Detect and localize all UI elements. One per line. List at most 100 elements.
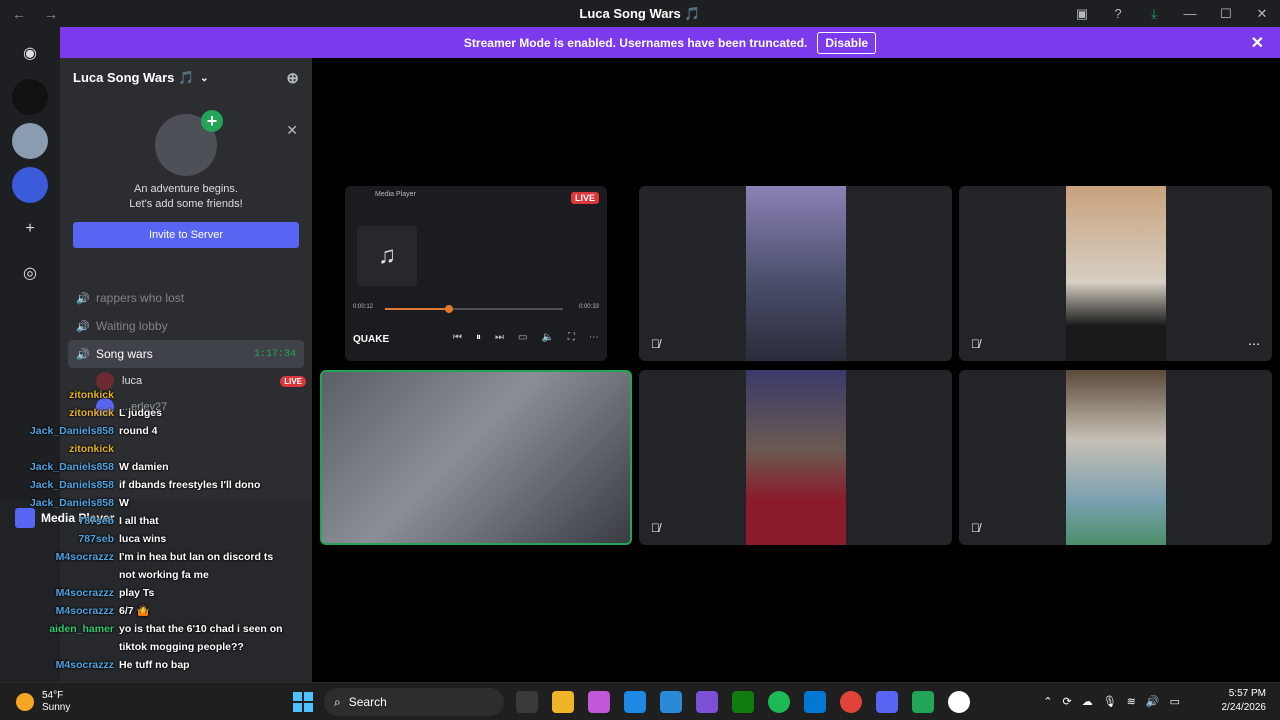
- search-placeholder: Search: [348, 695, 387, 709]
- chat-message: zitonkick L judges: [0, 404, 312, 422]
- chat-username[interactable]: zitonkick: [0, 404, 114, 422]
- discord-icon[interactable]: [876, 691, 898, 713]
- more-icon[interactable]: ⋯: [589, 332, 599, 343]
- chat-username[interactable]: Jack_Daniels858: [0, 458, 114, 476]
- progress-knob[interactable]: [445, 305, 454, 313]
- add-friend-icon[interactable]: ⊕: [286, 69, 299, 87]
- streamer-mode-banner: Streamer Mode is enabled. Usernames have…: [60, 27, 1280, 58]
- camera-tile-2[interactable]: 🎙̸ ⋯: [959, 186, 1272, 361]
- more-options-icon[interactable]: ⋯: [1248, 337, 1260, 351]
- server-icon-luca[interactable]: [12, 79, 48, 115]
- close-banner-icon[interactable]: ✕: [1251, 33, 1264, 53]
- chat-username[interactable]: M4socrazzz: [0, 602, 114, 620]
- media-app-icon[interactable]: [948, 691, 970, 713]
- xbox-icon[interactable]: [732, 691, 754, 713]
- chat-username[interactable]: 787seb: [0, 512, 114, 530]
- forward-arrow-icon[interactable]: →: [44, 6, 64, 22]
- chat-username[interactable]: 787seb: [0, 530, 114, 548]
- camera-tile-speaking[interactable]: [320, 370, 632, 545]
- close-card-icon[interactable]: ✕: [286, 122, 298, 139]
- channel-label: Waiting lobby: [96, 319, 168, 333]
- track-title: QUAKE: [353, 334, 390, 345]
- channel-waiting-lobby[interactable]: 🔊 Waiting lobby: [60, 312, 312, 340]
- progress-fill: [385, 308, 450, 310]
- volume-icon[interactable]: 🔊: [1146, 695, 1160, 708]
- video-stage: Media Player LIVE ♫ 0:00:12 0:00:33 QUAK…: [312, 58, 1280, 682]
- channel-song-wars[interactable]: 🔊 Song wars 1:17:34: [68, 340, 304, 368]
- spotify-icon[interactable]: [768, 691, 790, 713]
- chat-username[interactable]: M4socrazzz: [0, 548, 114, 566]
- chevron-up-icon[interactable]: ⌃: [1043, 695, 1052, 708]
- inbox-icon[interactable]: ▣: [1064, 6, 1100, 22]
- download-icon[interactable]: ⤓: [1136, 6, 1172, 22]
- chat-username[interactable]: Jack_Daniels858: [0, 476, 114, 494]
- cloud-icon[interactable]: ☁: [1082, 695, 1093, 708]
- card-line-1: An adventure begins.: [134, 183, 238, 195]
- chat-text: W: [119, 497, 129, 509]
- camera-tile-4[interactable]: 🎙̸: [959, 370, 1272, 545]
- stream-tile-media-player[interactable]: Media Player LIVE ♫ 0:00:12 0:00:33 QUAK…: [345, 186, 607, 361]
- muted-mic-icon: 🎙̸: [651, 337, 660, 351]
- previous-icon[interactable]: ⏮: [453, 332, 462, 343]
- chat-text: He tuff no bap: [119, 659, 190, 671]
- battery-icon[interactable]: ▭: [1170, 695, 1180, 708]
- store-icon[interactable]: [660, 691, 682, 713]
- fullscreen-icon[interactable]: ⛶: [568, 332, 575, 343]
- chat-username[interactable]: zitonkick: [0, 386, 114, 404]
- file-explorer-icon[interactable]: [552, 691, 574, 713]
- windows-start-icon[interactable]: [293, 692, 313, 712]
- minimize-icon[interactable]: —: [1172, 6, 1208, 21]
- chat-message: 787seb luca wins: [0, 530, 312, 548]
- app-green-icon[interactable]: [912, 691, 934, 713]
- pause-icon[interactable]: ⏸: [476, 332, 481, 343]
- chat-message: aiden_hamer yo is that the 6'10 chad i se…: [0, 620, 312, 638]
- server-icon-bot[interactable]: [12, 167, 48, 203]
- camera-tile-1[interactable]: 🎙̸: [639, 186, 952, 361]
- chat-username[interactable]: aiden_hamer: [0, 620, 114, 638]
- back-arrow-icon[interactable]: ←: [12, 6, 32, 22]
- camera-feed: [1066, 186, 1166, 361]
- disable-button[interactable]: Disable: [817, 31, 877, 54]
- chat-username[interactable]: Jack_Daniels858: [0, 422, 114, 440]
- invite-button[interactable]: Invite to Server: [73, 222, 299, 248]
- app-icon[interactable]: [696, 691, 718, 713]
- camera-feed: [746, 186, 846, 361]
- help-icon[interactable]: ?: [1100, 6, 1136, 21]
- weather-widget[interactable]: 54°F Sunny: [16, 690, 70, 714]
- time-total: 0:00:33: [578, 304, 599, 310]
- task-view-icon[interactable]: [516, 691, 538, 713]
- add-server-icon[interactable]: +: [12, 211, 48, 247]
- chat-message: not working fa me: [0, 566, 312, 584]
- camera-tile-3[interactable]: 🎙̸: [639, 370, 952, 545]
- progress-track[interactable]: [385, 305, 563, 313]
- chat-username[interactable]: M4socrazzz: [0, 584, 114, 602]
- explore-icon[interactable]: ◎: [12, 255, 48, 291]
- captions-icon[interactable]: ▭: [518, 332, 527, 343]
- channel-rappers-who-lost[interactable]: 🔊 rappers who lost: [60, 284, 312, 312]
- next-icon[interactable]: ⏭: [495, 332, 504, 343]
- discord-home-icon[interactable]: ◉: [12, 35, 48, 71]
- maximize-icon[interactable]: ☐: [1208, 6, 1244, 22]
- close-window-icon[interactable]: ✕: [1244, 6, 1280, 22]
- weather-desc: Sunny: [42, 701, 71, 713]
- sun-icon: [16, 692, 34, 711]
- chrome-icon[interactable]: [840, 691, 862, 713]
- copilot-icon[interactable]: [588, 691, 610, 713]
- server-name: Luca Song Wars 🎵: [73, 70, 195, 85]
- edge-icon[interactable]: [624, 691, 646, 713]
- progress-bar[interactable]: 0:00:12 0:00:33: [353, 304, 599, 314]
- chat-username[interactable]: zitonkick: [0, 440, 114, 458]
- mic-icon[interactable]: 🎙: [1103, 695, 1117, 708]
- wifi-icon[interactable]: ≋: [1127, 695, 1136, 708]
- chat-text: 6/7 🤷: [119, 605, 150, 617]
- server-header[interactable]: Luca Song Wars 🎵 ⌄ ⊕: [60, 58, 312, 98]
- sync-icon[interactable]: ⟳: [1062, 695, 1071, 708]
- clock[interactable]: 5:57 PM 2/24/2026: [1222, 687, 1267, 715]
- chat-username[interactable]: Jack_Daniels858: [0, 494, 114, 512]
- chat-username[interactable]: M4socrazzz: [0, 656, 114, 674]
- clock-time: 5:57 PM: [1228, 688, 1266, 699]
- server-icon-avatar[interactable]: [12, 123, 48, 159]
- search-box[interactable]: ⌕ Search: [324, 688, 504, 716]
- mail-icon[interactable]: [804, 691, 826, 713]
- volume-icon[interactable]: 🔈: [541, 332, 553, 343]
